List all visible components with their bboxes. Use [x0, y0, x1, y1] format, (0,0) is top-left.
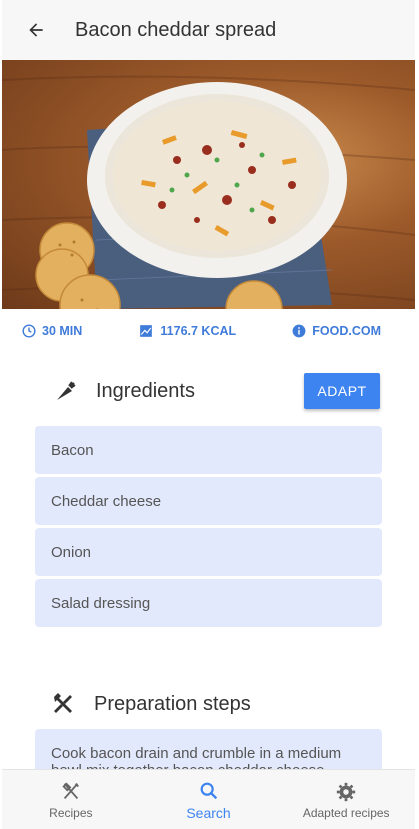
- tools-icon: [54, 693, 72, 713]
- page-title: Bacon cheddar spread: [75, 18, 277, 41]
- ingredients-list: Bacon Cheddar cheese Onion Salad dressin…: [35, 426, 382, 630]
- time-label: 30 MIN: [42, 324, 83, 338]
- time-info: 30 MIN: [22, 324, 82, 338]
- adapt-button[interactable]: ADAPT: [304, 373, 380, 409]
- back-button[interactable]: [23, 17, 49, 43]
- recipe-meta-row: 30 MIN 1176.7 KCAL FOOD.COM: [2, 311, 415, 351]
- recipe-photo: [2, 60, 415, 309]
- ingredients-title: Ingredients: [96, 379, 195, 402]
- arrow-left-icon: [29, 23, 43, 37]
- ingredient-item[interactable]: Salad dressing: [35, 579, 382, 627]
- calories-label: 1176.7 KCAL: [160, 324, 237, 338]
- search-icon: [200, 782, 217, 799]
- steps-title: Preparation steps: [94, 692, 251, 715]
- source-info[interactable]: FOOD.COM: [292, 324, 381, 338]
- utensils-icon: [62, 781, 79, 799]
- nav-search-label: Search: [186, 804, 231, 821]
- app-frame: Bacon cheddar spread 30 MIN 1176.7 KCAL …: [2, 0, 415, 829]
- steps-header: Preparation steps: [2, 688, 415, 720]
- calories-info: 1176.7 KCAL: [138, 324, 236, 338]
- chart-icon: [140, 325, 153, 337]
- app-bar: Bacon cheddar spread: [2, 0, 415, 61]
- ingredient-item[interactable]: Bacon: [35, 426, 382, 474]
- nav-recipes[interactable]: Recipes: [2, 770, 140, 829]
- source-label: FOOD.COM: [312, 324, 381, 338]
- info-icon: [292, 324, 306, 338]
- clock-icon: [22, 324, 36, 338]
- nav-adapted-recipes[interactable]: Adapted recipes: [277, 770, 415, 829]
- carrot-icon: [57, 381, 76, 400]
- bottom-navigation: Recipes Search Adapted recipes: [2, 769, 415, 829]
- nav-recipes-label: Recipes: [49, 805, 93, 820]
- ingredient-item[interactable]: Onion: [35, 528, 382, 576]
- gear-icon: [337, 782, 356, 801]
- ingredient-item[interactable]: Cheddar cheese: [35, 477, 382, 525]
- nav-search[interactable]: Search: [140, 770, 278, 829]
- nav-adapted-label: Adapted recipes: [302, 805, 390, 820]
